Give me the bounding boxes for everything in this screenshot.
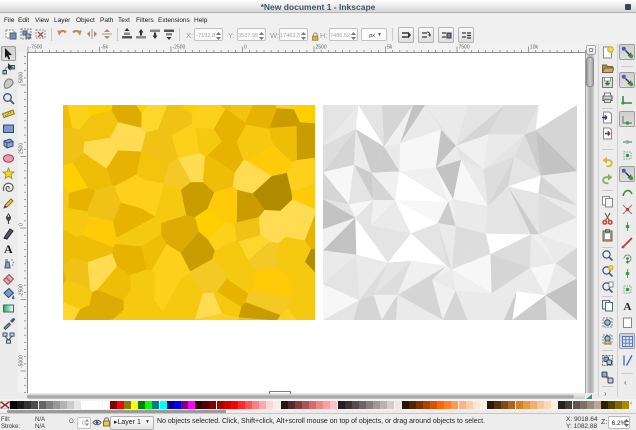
svg-text:0: 0 — [244, 45, 247, 51]
svg-text:-2500: -2500 — [19, 284, 25, 297]
svg-text:-5000: -5000 — [19, 355, 25, 368]
svg-text:2500: 2500 — [316, 45, 327, 51]
svg-text:-7500: -7500 — [30, 45, 43, 51]
svg-text:0: 0 — [19, 223, 25, 226]
svg-text:-5k: -5k — [101, 45, 108, 51]
svg-text:2500: 2500 — [19, 143, 25, 154]
svg-text:7500: 7500 — [459, 45, 470, 51]
svg-text:A: A — [4, 242, 13, 255]
svg-text:10k: 10k — [530, 45, 539, 51]
svg-text:-2500: -2500 — [173, 45, 186, 51]
svg-text:A: A — [623, 301, 631, 312]
svg-text:5000: 5000 — [19, 72, 25, 83]
svg-text:5k: 5k — [387, 45, 393, 51]
